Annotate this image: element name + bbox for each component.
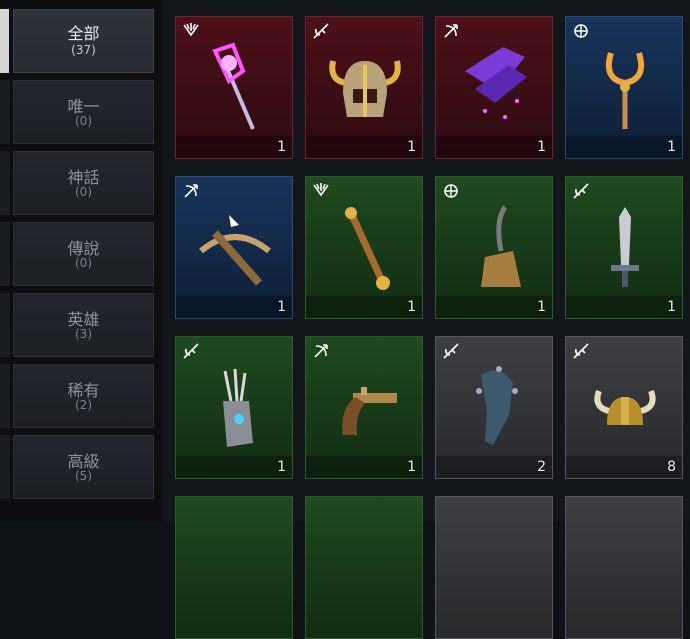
item-quantity: 8 <box>667 459 676 475</box>
tab-mythic[interactable]: 神話 (0) <box>13 151 154 215</box>
magic-staff-icon <box>212 42 255 130</box>
tab-indicator <box>0 435 10 499</box>
active-tab-indicator <box>0 9 9 73</box>
tab-indicator <box>0 151 10 215</box>
warrior-icon <box>313 23 329 39</box>
tab-unique[interactable]: 唯一 (0) <box>13 80 154 144</box>
tab-count: (37) <box>71 43 96 57</box>
item-slot-crossbow[interactable]: 1 <box>175 176 293 319</box>
cleric-icon <box>574 24 588 38</box>
flintlock-pistol-icon <box>342 387 397 435</box>
item-slot-broom[interactable]: 1 <box>435 176 553 319</box>
warrior-icon <box>443 343 459 359</box>
purple-wings-icon <box>465 47 527 119</box>
tab-count: (0) <box>75 256 92 270</box>
crossbow-icon <box>199 215 271 286</box>
item-slot-golden-rod[interactable]: 1 <box>305 176 423 319</box>
tab-count: (2) <box>75 398 92 412</box>
item-quantity: 1 <box>277 299 286 315</box>
item-grid: 1 1 1 1 1 1 1 1 1 1 2 8 <box>162 0 690 639</box>
mage-icon <box>313 183 329 197</box>
item-slot-claw-gauntlet[interactable]: 1 <box>175 336 293 479</box>
item-quantity: 2 <box>537 459 546 475</box>
item-slot-purple-wings[interactable]: 1 <box>435 16 553 159</box>
tab-legendary[interactable]: 傳說 (0) <box>13 222 154 286</box>
warrior-icon <box>573 183 589 199</box>
item-quantity: 1 <box>667 139 676 155</box>
tab-count: (0) <box>75 114 92 128</box>
item-slot-magic-staff[interactable]: 1 <box>175 16 293 159</box>
item-slot-partial[interactable] <box>305 496 423 639</box>
item-quantity: 1 <box>537 139 546 155</box>
item-slot-flintlock-pistol[interactable]: 1 <box>305 336 423 479</box>
tab-indicator <box>0 80 10 144</box>
mage-icon <box>183 23 199 37</box>
item-slot-spiked-club[interactable]: 2 <box>435 336 553 479</box>
tab-all[interactable]: 全部 (37) <box>13 9 154 73</box>
tab-count: (3) <box>75 327 92 341</box>
horned-helmet-icon <box>329 60 401 117</box>
tab-rare[interactable]: 稀有 (2) <box>13 364 154 428</box>
item-slot-partial[interactable] <box>565 496 683 639</box>
item-quantity: 1 <box>537 299 546 315</box>
item-slot-partial[interactable] <box>175 496 293 639</box>
tab-heroic[interactable]: 英雄 (3) <box>13 293 154 357</box>
item-quantity: 1 <box>407 139 416 155</box>
item-quantity: 1 <box>277 139 286 155</box>
claw-gauntlet-icon <box>223 368 253 447</box>
viking-helmet-icon <box>594 389 656 425</box>
ring-scepter-icon <box>605 52 645 129</box>
tab-count: (5) <box>75 469 92 483</box>
warrior-icon <box>573 343 589 359</box>
archer-icon <box>444 24 458 38</box>
tab-advanced[interactable]: 高級 (5) <box>13 435 154 499</box>
category-sidebar: 全部 (37) 唯一 (0) 神話 (0) 傳說 (0) 英雄 (3) 稀有 (… <box>0 0 162 521</box>
item-slot-short-sword[interactable]: 1 <box>565 176 683 319</box>
spiked-club-icon <box>476 366 518 445</box>
item-slot-horned-helmet[interactable]: 1 <box>305 16 423 159</box>
item-quantity: 1 <box>407 299 416 315</box>
item-slot-ring-scepter[interactable]: 1 <box>565 16 683 159</box>
item-slot-partial[interactable] <box>435 496 553 639</box>
tab-indicator <box>0 364 10 428</box>
archer-icon <box>184 184 198 198</box>
golden-rod-icon <box>345 207 390 290</box>
cleric-icon <box>444 184 458 198</box>
item-quantity: 1 <box>667 299 676 315</box>
item-quantity: 1 <box>277 459 286 475</box>
item-quantity: 1 <box>407 459 416 475</box>
tab-label: 全部 <box>67 24 100 43</box>
short-sword-icon <box>611 207 639 287</box>
item-slot-viking-helmet[interactable]: 8 <box>565 336 683 479</box>
tab-indicator <box>0 222 10 286</box>
tab-count: (0) <box>75 185 92 199</box>
archer-icon <box>314 344 328 358</box>
warrior-icon <box>183 343 199 359</box>
broom-icon <box>481 205 521 287</box>
tab-indicator <box>0 293 10 357</box>
